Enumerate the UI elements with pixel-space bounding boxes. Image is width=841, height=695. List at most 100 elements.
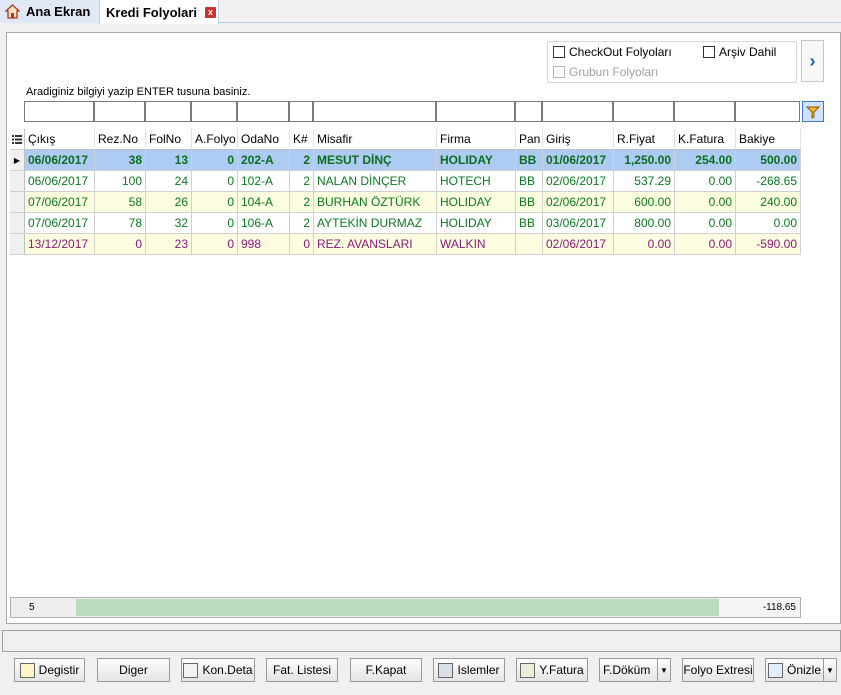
cell-misafir[interactable]: NALAN DİNÇER xyxy=(314,171,437,192)
column-header[interactable]: Firma xyxy=(437,129,516,150)
cell-pan[interactable]: BB xyxy=(516,213,543,234)
cell-k[interactable]: 0 xyxy=(290,234,314,255)
filter-input-afolyo[interactable] xyxy=(191,101,237,122)
cell-k[interactable]: 2 xyxy=(290,171,314,192)
table-row[interactable]: 07/06/2017 78 32 0 106-A 2 AYTEKİN DURMAZ HOLID… xyxy=(10,213,801,234)
cell-firma[interactable]: WALKIN xyxy=(437,234,516,255)
cell-afolyo[interactable]: 0 xyxy=(192,171,238,192)
cell-firma[interactable]: HOLIDAY xyxy=(437,150,516,171)
cell-bakiye[interactable]: -268.65 xyxy=(736,171,801,192)
cell-bakiye[interactable]: 500.00 xyxy=(736,150,801,171)
cell-cikis[interactable]: 07/06/2017 xyxy=(25,192,95,213)
islemler-button[interactable]: Islemler xyxy=(433,658,505,682)
filter-input-k[interactable] xyxy=(289,101,313,122)
close-icon[interactable]: x xyxy=(205,6,217,18)
table-row[interactable]: 13/12/2017 0 23 0 998 0 REZ. AVANSLARI WALKIN 02… xyxy=(10,234,801,255)
cell-giris[interactable]: 03/06/2017 xyxy=(543,213,614,234)
cell-rfiyat[interactable]: 600.00 xyxy=(614,192,675,213)
cell-pan[interactable]: BB xyxy=(516,150,543,171)
filter-input-firma[interactable] xyxy=(436,101,515,122)
chevron-down-icon[interactable]: ▼ xyxy=(823,659,836,681)
filter-input-rfiyat[interactable] xyxy=(613,101,674,122)
cell-odano[interactable]: 202-A xyxy=(238,150,290,171)
checkbox-box[interactable] xyxy=(703,46,715,58)
cell-rfiyat[interactable]: 800.00 xyxy=(614,213,675,234)
y-fatura-button[interactable]: Y.Fatura xyxy=(516,658,588,682)
cell-odano[interactable]: 102-A xyxy=(238,171,290,192)
cell-pan[interactable]: BB xyxy=(516,171,543,192)
cell-k[interactable]: 2 xyxy=(290,213,314,234)
column-header[interactable]: K# xyxy=(290,129,314,150)
cell-cikis[interactable]: 06/06/2017 xyxy=(25,150,95,171)
cell-kfatura[interactable]: 0.00 xyxy=(675,171,736,192)
cell-rfiyat[interactable]: 537.29 xyxy=(614,171,675,192)
cell-rezno[interactable]: 0 xyxy=(95,234,146,255)
arsiv-dahil-checkbox[interactable]: Arşiv Dahil xyxy=(703,45,776,59)
row-indicator[interactable] xyxy=(10,213,25,234)
table-row[interactable]: 06/06/2017 100 24 0 102-A 2 NALAN DİNÇER HOTECH… xyxy=(10,171,801,192)
kon-deta-button[interactable]: Kon.Deta xyxy=(181,658,255,682)
table-row[interactable]: 07/06/2017 58 26 0 104-A 2 BURHAN ÖZTÜRK HOLIDA… xyxy=(10,192,801,213)
cell-kfatura[interactable]: 0.00 xyxy=(675,234,736,255)
cell-pan[interactable]: BB xyxy=(516,192,543,213)
cell-misafir[interactable]: BURHAN ÖZTÜRK xyxy=(314,192,437,213)
cell-rezno[interactable]: 78 xyxy=(95,213,146,234)
table-row[interactable]: ▶ 06/06/2017 38 13 0 202-A 2 MESUT DİNÇ HOLIDAY B… xyxy=(10,150,801,171)
column-header[interactable]: OdaNo xyxy=(238,129,290,150)
cell-afolyo[interactable]: 0 xyxy=(192,234,238,255)
cell-giris[interactable]: 02/06/2017 xyxy=(543,192,614,213)
cell-giris[interactable]: 02/06/2017 xyxy=(543,234,614,255)
row-indicator[interactable] xyxy=(10,234,25,255)
cell-firma[interactable]: HOLIDAY xyxy=(437,192,516,213)
cell-folno[interactable]: 32 xyxy=(146,213,192,234)
cell-firma[interactable]: HOLIDAY xyxy=(437,213,516,234)
cell-folno[interactable]: 26 xyxy=(146,192,192,213)
folyo-extresi-button[interactable]: Folyo Extresi xyxy=(682,658,754,682)
column-header[interactable]: Çıkış xyxy=(25,129,95,150)
cell-misafir[interactable]: AYTEKİN DURMAZ xyxy=(314,213,437,234)
cell-rezno[interactable]: 100 xyxy=(95,171,146,192)
cell-folno[interactable]: 23 xyxy=(146,234,192,255)
cell-giris[interactable]: 01/06/2017 xyxy=(543,150,614,171)
column-header[interactable]: Giriş xyxy=(543,129,614,150)
column-header[interactable]: Bakiye xyxy=(736,129,801,150)
filter-input-pan[interactable] xyxy=(515,101,542,122)
filter-input-kfatura[interactable] xyxy=(674,101,735,122)
cell-cikis[interactable]: 06/06/2017 xyxy=(25,171,95,192)
cell-k[interactable]: 2 xyxy=(290,192,314,213)
cell-afolyo[interactable]: 0 xyxy=(192,192,238,213)
filter-clear-button[interactable] xyxy=(802,101,824,122)
column-header[interactable]: Misafir xyxy=(314,129,437,150)
onizle-button[interactable]: Önizle ▼ xyxy=(765,658,837,682)
filter-input-folno[interactable] xyxy=(145,101,191,122)
cell-kfatura[interactable]: 254.00 xyxy=(675,150,736,171)
cell-rfiyat[interactable]: 0.00 xyxy=(614,234,675,255)
column-header[interactable]: Rez.No xyxy=(95,129,146,150)
row-indicator[interactable] xyxy=(10,192,25,213)
filter-input-odano[interactable] xyxy=(237,101,289,122)
filter-input-misafir[interactable] xyxy=(313,101,436,122)
checkbox-box[interactable] xyxy=(553,46,565,58)
filter-input-bakiye[interactable] xyxy=(735,101,800,122)
cell-odano[interactable]: 998 xyxy=(238,234,290,255)
cell-pan[interactable] xyxy=(516,234,543,255)
row-indicator[interactable] xyxy=(10,171,25,192)
column-header[interactable]: K.Fatura xyxy=(675,129,736,150)
cell-bakiye[interactable]: 0.00 xyxy=(736,213,801,234)
cell-misafir[interactable]: MESUT DİNÇ xyxy=(314,150,437,171)
column-chooser-icon[interactable] xyxy=(10,129,25,150)
cell-misafir[interactable]: REZ. AVANSLARI xyxy=(314,234,437,255)
cell-odano[interactable]: 104-A xyxy=(238,192,290,213)
cell-afolyo[interactable]: 0 xyxy=(192,150,238,171)
f-dokum-button[interactable]: F.Döküm ▼ xyxy=(599,658,671,682)
cell-kfatura[interactable]: 0.00 xyxy=(675,192,736,213)
cell-k[interactable]: 2 xyxy=(290,150,314,171)
cell-bakiye[interactable]: 240.00 xyxy=(736,192,801,213)
row-indicator-icon[interactable]: ▶ xyxy=(10,150,25,171)
cell-kfatura[interactable]: 0.00 xyxy=(675,213,736,234)
diger-button[interactable]: Diger xyxy=(97,658,170,682)
cell-rfiyat[interactable]: 1,250.00 xyxy=(614,150,675,171)
tab-kredi-folyolari[interactable]: Kredi Folyolari x xyxy=(99,0,219,24)
column-header[interactable]: A.Folyo xyxy=(192,129,238,150)
filter-input-giris[interactable] xyxy=(542,101,613,122)
